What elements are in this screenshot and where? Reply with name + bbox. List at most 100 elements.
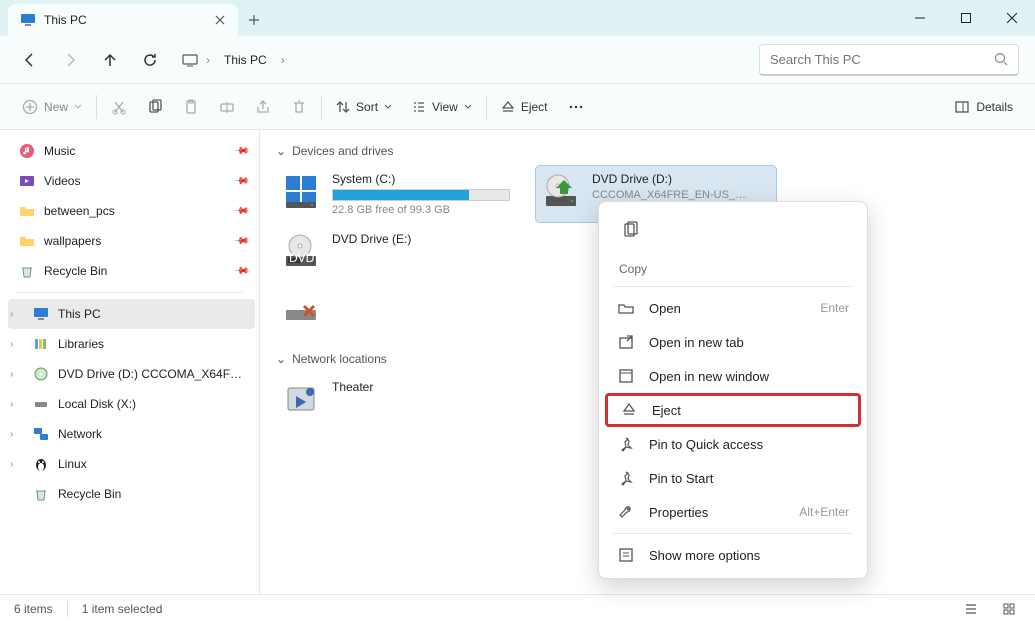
details-view-button[interactable] <box>959 597 983 621</box>
drive-system-c[interactable]: System (C:) 22.8 GB free of 99.3 GB <box>276 166 516 222</box>
context-eject[interactable]: Eject <box>605 393 861 427</box>
context-open[interactable]: OpenEnter <box>605 291 861 325</box>
close-icon[interactable] <box>212 12 228 28</box>
music-icon <box>18 142 36 160</box>
sidebar-item-libraries[interactable]: ›Libraries <box>8 329 255 359</box>
context-properties[interactable]: PropertiesAlt+Enter <box>605 495 861 529</box>
status-item-count: 6 items <box>14 602 53 616</box>
cut-button[interactable] <box>101 90 137 124</box>
search-icon <box>994 52 1008 66</box>
folder-icon <box>18 232 36 250</box>
chevron-down-icon: ⌄ <box>276 352 286 366</box>
pin-icon <box>617 435 635 453</box>
chevron-right-icon: › <box>10 369 13 380</box>
monitor-icon <box>32 305 50 323</box>
new-tab-icon <box>617 333 635 351</box>
search-input[interactable] <box>770 52 994 67</box>
drive-item-obscured[interactable] <box>276 282 516 334</box>
section-header-devices[interactable]: ⌄Devices and drives <box>276 140 1019 162</box>
recycle-bin-icon <box>32 485 50 503</box>
separator <box>67 601 68 617</box>
pin-icon: 📌 <box>232 203 249 220</box>
sidebar-item-music[interactable]: Music📌 <box>4 136 255 166</box>
context-copy[interactable]: Copy <box>605 256 861 282</box>
main-area: Music📌 Videos📌 between_pcs📌 wallpapers📌 … <box>0 130 1035 594</box>
breadcrumb-this-pc[interactable]: This PC <box>218 49 273 71</box>
paste-button[interactable] <box>173 90 209 124</box>
copy-button[interactable] <box>613 212 649 248</box>
share-button[interactable] <box>245 90 281 124</box>
media-device-icon <box>282 380 322 420</box>
context-pin-start[interactable]: Pin to Start <box>605 461 861 495</box>
sidebar-item-wallpapers[interactable]: wallpapers📌 <box>4 226 255 256</box>
chevron-right-icon: › <box>10 459 13 470</box>
sidebar-item-this-pc[interactable]: ›This PC <box>8 299 255 329</box>
context-open-new-window[interactable]: Open in new window <box>605 359 861 393</box>
breadcrumb[interactable]: › This PC › <box>182 49 755 71</box>
eject-button[interactable]: Eject <box>491 90 558 124</box>
network-icon <box>32 425 50 443</box>
sidebar-item-videos[interactable]: Videos📌 <box>4 166 255 196</box>
minimize-button[interactable] <box>897 0 943 36</box>
separator <box>613 286 853 287</box>
folder-icon <box>18 202 36 220</box>
context-pin-quick-access[interactable]: Pin to Quick access <box>605 427 861 461</box>
libraries-icon <box>32 335 50 353</box>
sidebar-item-linux[interactable]: ›Linux <box>8 449 255 479</box>
window-controls <box>897 0 1035 36</box>
windows-drive-icon <box>282 172 322 212</box>
sidebar-item-recycle-bin-tree[interactable]: Recycle Bin <box>8 479 255 509</box>
more-button[interactable] <box>558 90 594 124</box>
copy-button[interactable] <box>137 90 173 124</box>
network-location-theater[interactable]: Theater <box>276 374 516 426</box>
forward-button[interactable] <box>52 42 88 78</box>
drive-dvd-e[interactable]: DVD DVD Drive (E:) <box>276 226 516 278</box>
context-menu: Copy OpenEnter Open in new tab Open in n… <box>598 201 868 579</box>
chevron-right-icon: › <box>10 339 13 350</box>
details-pane-button[interactable]: Details <box>944 90 1023 124</box>
up-button[interactable] <box>92 42 128 78</box>
separator <box>613 533 853 534</box>
context-show-more[interactable]: Show more options <box>605 538 861 572</box>
tab-title: This PC <box>44 13 204 27</box>
sidebar-item-recycle-bin[interactable]: Recycle Bin📌 <box>4 256 255 286</box>
separator <box>16 292 243 293</box>
video-icon <box>18 172 36 190</box>
search-box[interactable] <box>759 44 1019 76</box>
pin-icon: 📌 <box>232 173 249 190</box>
pin-icon <box>617 469 635 487</box>
folder-open-icon <box>617 299 635 317</box>
pin-icon: 📌 <box>232 263 249 280</box>
separator <box>96 95 97 119</box>
pin-icon: 📌 <box>232 143 249 160</box>
new-button[interactable]: New <box>12 90 92 124</box>
disc-icon <box>32 365 50 383</box>
wrench-icon <box>617 503 635 521</box>
sidebar-item-local-disk-x[interactable]: ›Local Disk (X:) <box>8 389 255 419</box>
view-button[interactable]: View <box>402 90 482 124</box>
context-open-new-tab[interactable]: Open in new tab <box>605 325 861 359</box>
sidebar-item-dvd-drive-d[interactable]: ›DVD Drive (D:) CCCOMA_X64FRE_EN- <box>8 359 255 389</box>
dvd-drive-icon: DVD <box>282 232 322 272</box>
sort-button[interactable]: Sort <box>326 90 402 124</box>
chevron-right-icon: › <box>10 309 13 320</box>
thumbnails-view-button[interactable] <box>997 597 1021 621</box>
close-button[interactable] <box>989 0 1035 36</box>
sidebar-item-between-pcs[interactable]: between_pcs📌 <box>4 196 255 226</box>
rename-button[interactable] <box>209 90 245 124</box>
chevron-right-icon: › <box>206 53 210 67</box>
toolbar: New Sort View Eject Details <box>0 84 1035 130</box>
sidebar: Music📌 Videos📌 between_pcs📌 wallpapers📌 … <box>0 130 260 594</box>
drive-icon <box>32 395 50 413</box>
refresh-button[interactable] <box>132 42 168 78</box>
maximize-button[interactable] <box>943 0 989 36</box>
new-tab-button[interactable] <box>238 4 270 36</box>
back-button[interactable] <box>12 42 48 78</box>
dvd-drive-icon <box>542 172 582 212</box>
sidebar-item-network[interactable]: ›Network <box>8 419 255 449</box>
new-window-icon <box>617 367 635 385</box>
tab-this-pc[interactable]: This PC <box>8 4 238 36</box>
delete-button[interactable] <box>281 90 317 124</box>
chevron-right-icon: › <box>10 399 13 410</box>
statusbar: 6 items 1 item selected <box>0 594 1035 622</box>
